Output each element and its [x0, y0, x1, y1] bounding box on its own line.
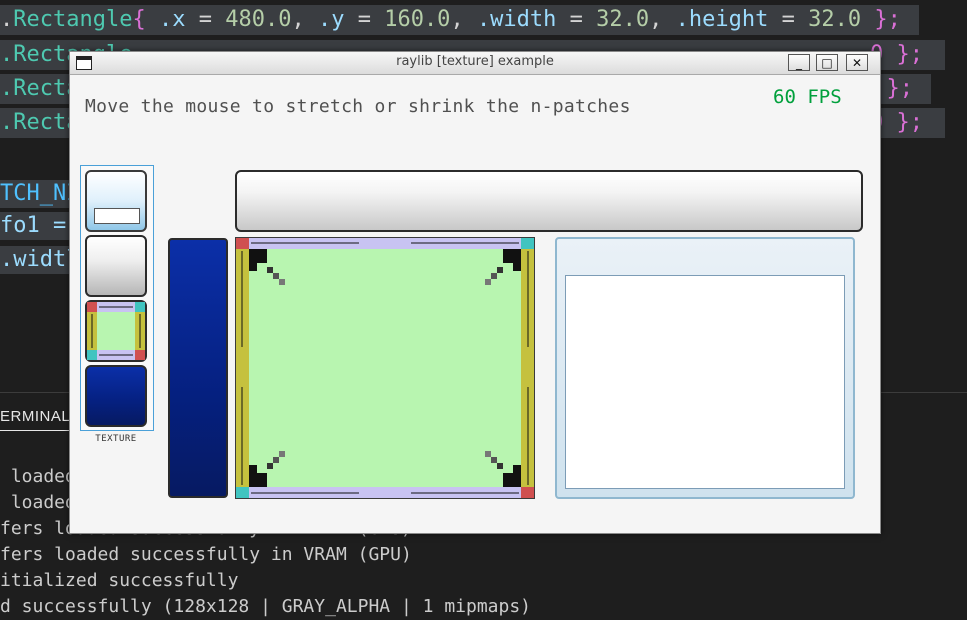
texture-label: TEXTURE	[95, 434, 137, 444]
ninepatch-mini-graphic	[87, 302, 145, 360]
texture-tile-inner	[94, 208, 140, 224]
code-fragment: TCH_NI	[0, 180, 80, 208]
texture-tile-panel	[85, 170, 147, 232]
terminal-line: loaded	[0, 466, 76, 487]
terminal-line: fers loaded successfully in VRAM (GPU)	[0, 544, 412, 565]
terminal-line: itialized successfully	[0, 570, 239, 591]
ninepatch-vertical	[168, 238, 228, 498]
terminal-line: loaded	[0, 492, 76, 513]
minimize-button[interactable]: _	[788, 54, 810, 71]
code-fragment: fo1 =	[0, 212, 70, 240]
raylib-window: raylib [texture] example _ □ ✕ Move the …	[69, 51, 881, 534]
ninepatch-horizontal	[235, 170, 863, 232]
terminal-line: d successfully (128x128 | GRAY_ALPHA | 1…	[0, 596, 532, 617]
texture-tile-blue	[85, 365, 147, 427]
code-line-1: .Rectangle{ .x = 480.0, .y = 160.0, .wid…	[0, 5, 919, 35]
code-fragment: .widtl	[0, 246, 80, 274]
window-title: raylib [texture] example	[396, 54, 554, 69]
tab-terminal[interactable]: ERMINAL	[0, 408, 71, 431]
render-area[interactable]: Move the mouse to stretch or shrink the …	[70, 75, 880, 533]
close-button[interactable]: ✕	[846, 54, 868, 71]
texture-preview	[80, 165, 154, 431]
maximize-button[interactable]: □	[816, 54, 838, 71]
window-titlebar[interactable]: raylib [texture] example _ □ ✕	[70, 52, 880, 75]
fps-counter: 60 FPS	[773, 86, 842, 108]
texture-tile-ninepatch	[85, 300, 147, 362]
ninepatch-nine-grid	[235, 237, 535, 499]
ninepatch-panel-inner	[565, 275, 845, 489]
instruction-text: Move the mouse to stretch or shrink the …	[85, 96, 631, 117]
ninepatch-panel	[555, 237, 855, 499]
texture-tile-button	[85, 235, 147, 297]
